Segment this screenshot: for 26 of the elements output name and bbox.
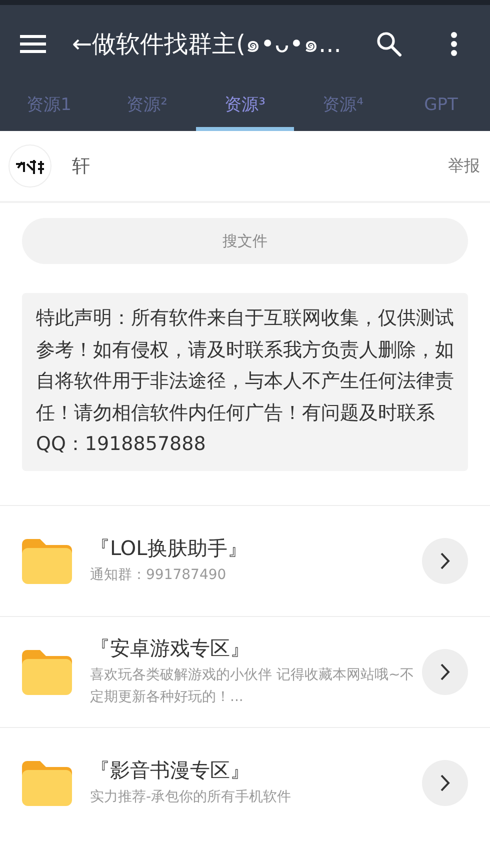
folder-title[interactable]: 『LOL换肤助手』 xyxy=(90,535,422,562)
search-icon[interactable] xyxy=(376,30,402,56)
folder-icon xyxy=(22,538,72,584)
avatar-icon xyxy=(8,144,52,188)
report-link[interactable]: 举报 xyxy=(448,156,480,176)
folder-description: 喜欢玩各类破解游戏的小伙伴 记得收藏本网站哦~不定期更新各种好玩的！... xyxy=(90,666,416,707)
notice-text: 特此声明：所有软件来自于互联网收集，仅供测试参考！如有侵权，请及时联系我方负责人删除，如自将软件用于非法途径，与本人不产生任何法律责任！请勿相信软件内任何广告！有问题及时联系QQ：1918857888 xyxy=(22,293,468,470)
tab[interactable]: 资源⁴ xyxy=(294,82,392,131)
folder-icon xyxy=(22,760,72,806)
tab[interactable]: 资源1 xyxy=(0,82,98,131)
menu-icon[interactable] xyxy=(20,34,46,54)
folder-title[interactable]: 『影音书漫专区』 xyxy=(90,757,422,784)
tab[interactable]: 资源² xyxy=(98,82,196,131)
chevron-right-icon xyxy=(440,774,450,792)
app-title: ←做软件找群主(๑•ᴗ•๑... xyxy=(72,29,342,60)
chevron-right-icon xyxy=(440,662,450,680)
folder-title[interactable]: 『安卓游戏专区』 xyxy=(90,635,422,662)
folder-description: 实力推荐-承包你的所有手机软件 xyxy=(90,788,292,807)
search-field[interactable]: 搜文件 xyxy=(22,218,468,264)
folder-icon xyxy=(22,648,72,694)
tab[interactable]: 资源³ xyxy=(196,82,294,131)
tab[interactable]: GPT xyxy=(392,82,490,131)
more-icon[interactable] xyxy=(450,30,458,56)
user-name: 轩 xyxy=(72,155,91,178)
chevron-right-icon xyxy=(440,552,450,570)
folder-description: 通知群：991787490 xyxy=(90,566,228,585)
